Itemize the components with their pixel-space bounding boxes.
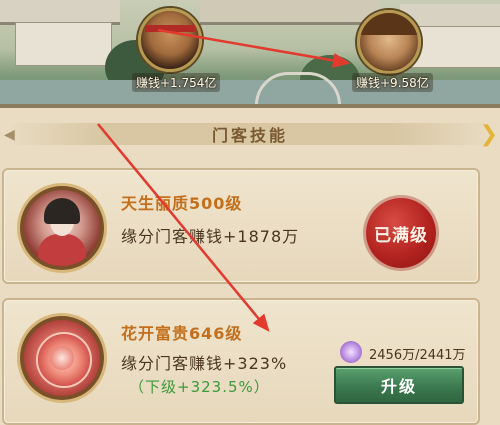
- scene-border: [0, 104, 500, 108]
- scene-banner: 赚钱+1.754亿 赚钱+9.58亿: [0, 0, 500, 108]
- book-currency-icon: [340, 341, 362, 363]
- headband: [145, 25, 195, 32]
- next-level-bonus: （下级+323.5%）: [129, 378, 270, 396]
- hair: [360, 13, 418, 35]
- section-header: ◀ 门客技能 ❯: [0, 115, 500, 153]
- header-ornament-left-icon: ◀: [4, 127, 15, 143]
- maxed-seal-badge: 已满级: [366, 198, 436, 268]
- hero-earnings-right: 赚钱+9.58亿: [352, 73, 433, 92]
- roof: [200, 0, 380, 25]
- robe: [38, 234, 86, 266]
- scroll-arrow-icon[interactable]: ❯: [480, 122, 498, 147]
- skill-name: 花开富贵646级: [121, 324, 243, 343]
- hero-avatar-left[interactable]: [138, 8, 202, 72]
- skill-name: 天生丽质500级: [121, 194, 243, 213]
- peony-center: [50, 346, 74, 370]
- skill-card: 天生丽质500级 缘分门客赚钱+1878万 已满级: [2, 168, 480, 284]
- skill-effect: 缘分门客赚钱+323%: [121, 354, 288, 373]
- upgrade-cost: 2456万/2441万: [369, 348, 466, 363]
- hero-avatar-right[interactable]: [357, 10, 421, 74]
- hairdo: [44, 198, 80, 224]
- upgrade-button[interactable]: 升级: [334, 366, 464, 404]
- skill-card: 花开富贵646级 缘分门客赚钱+323% （下级+323.5%） 2456万/2…: [2, 298, 480, 425]
- skill-portrait-beauty: [20, 186, 104, 270]
- skill-portrait-peony: [20, 316, 104, 400]
- skill-effect: 缘分门客赚钱+1878万: [121, 227, 300, 246]
- section-title: 门客技能: [211, 126, 288, 145]
- hero-earnings-left: 赚钱+1.754亿: [132, 73, 221, 92]
- building: [15, 22, 112, 66]
